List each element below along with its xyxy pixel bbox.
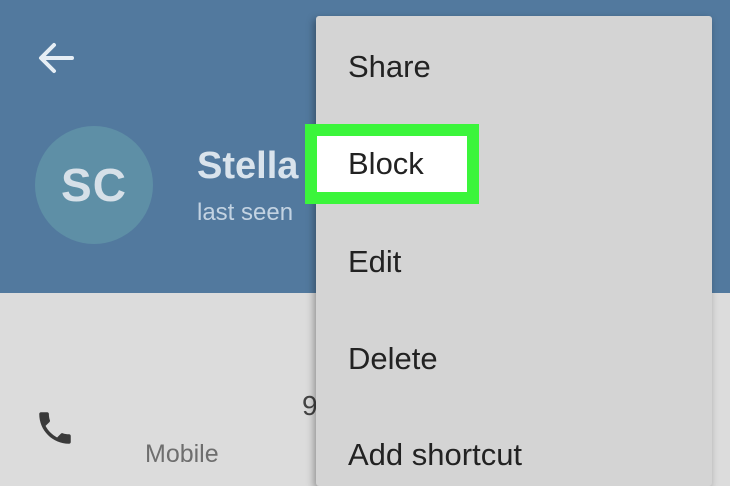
avatar[interactable]: SC <box>35 126 153 244</box>
menu-item-share[interactable]: Share <box>348 49 431 85</box>
back-arrow-icon[interactable] <box>36 40 76 76</box>
last-seen-status: last seen <box>197 199 294 226</box>
phone-type-label: Mobile <box>145 440 219 468</box>
avatar-initials: SC <box>61 159 127 211</box>
menu-item-add-shortcut[interactable]: Add shortcut <box>348 437 522 473</box>
contact-name: Stella <box>197 145 299 187</box>
overflow-menu: Share Edit Delete Add shortcut <box>316 16 712 486</box>
phone-icon[interactable] <box>34 407 76 449</box>
menu-item-edit[interactable]: Edit <box>348 244 401 280</box>
menu-item-block[interactable]: Block <box>317 136 467 192</box>
menu-item-delete[interactable]: Delete <box>348 341 438 377</box>
block-highlight: Block <box>305 124 479 204</box>
